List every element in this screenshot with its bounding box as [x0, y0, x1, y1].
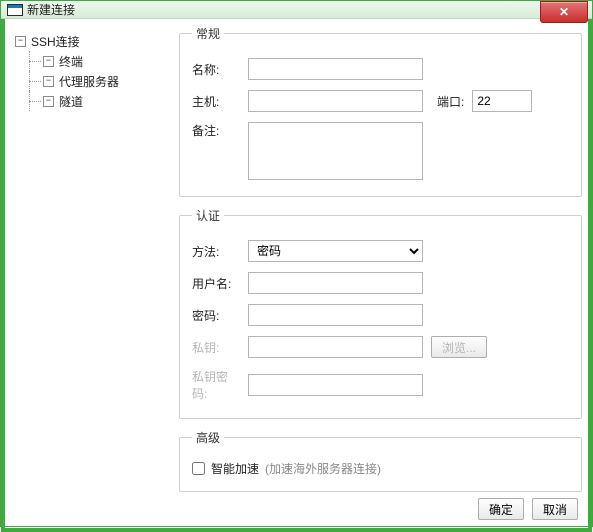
label-port: 端口: [437, 93, 464, 110]
group-advanced: 高级 智能加速 (加速海外服务器连接) [179, 429, 582, 492]
label-smart-accel: 智能加速 [211, 460, 259, 477]
method-select[interactable]: 密码 [248, 240, 423, 262]
label-password: 密码: [192, 307, 240, 324]
label-pk-pass: 私钥密码: [192, 368, 240, 402]
titlebar: 新建连接 ✕ [1, 1, 592, 19]
group-auth-title: 认证 [192, 207, 224, 224]
label-private-key: 私钥: [192, 339, 240, 356]
tree-item-tunnel[interactable]: − 隧道 [25, 91, 171, 111]
label-name: 名称: [192, 61, 240, 78]
main-area: − SSH连接 − 终端 − 代理服务器 − 隧道 常规 [11, 25, 582, 492]
tree-collapse-icon[interactable]: − [15, 36, 26, 47]
note-input[interactable] [248, 122, 423, 180]
form-area: 常规 名称: 主机: 端口: 备注: [179, 25, 582, 492]
dialog-window: 新建连接 ✕ − SSH连接 − 终端 − 代理服务器 − [0, 0, 593, 527]
private-key-input [248, 336, 423, 358]
connection-tree: − SSH连接 − 终端 − 代理服务器 − 隧道 [11, 25, 173, 492]
username-input[interactable] [248, 272, 423, 294]
name-input[interactable] [248, 58, 423, 80]
ok-button[interactable]: 确定 [478, 498, 524, 520]
label-username: 用户名: [192, 275, 240, 292]
app-icon [7, 4, 21, 16]
label-method: 方法: [192, 243, 240, 260]
password-input[interactable] [248, 304, 423, 326]
label-note: 备注: [192, 122, 240, 139]
group-general-title: 常规 [192, 25, 224, 42]
close-button[interactable]: ✕ [540, 1, 588, 23]
window-title: 新建连接 [27, 1, 75, 18]
tree-item-label: 隧道 [59, 93, 83, 110]
tree-collapse-icon[interactable]: − [43, 96, 54, 107]
label-host: 主机: [192, 93, 240, 110]
tree-item-label: 代理服务器 [59, 73, 119, 90]
group-auth: 认证 方法: 密码 用户名: 密码: [179, 207, 582, 419]
tree-root-ssh[interactable]: − SSH连接 [15, 31, 171, 51]
port-input[interactable] [472, 90, 532, 112]
smart-accel-checkbox[interactable] [192, 462, 205, 475]
group-advanced-title: 高级 [192, 429, 224, 446]
close-icon: ✕ [559, 5, 569, 19]
dialog-footer: 确定 取消 [11, 492, 582, 522]
label-smart-accel-hint: (加速海外服务器连接) [265, 460, 381, 477]
dialog-body: − SSH连接 − 终端 − 代理服务器 − 隧道 常规 [1, 19, 592, 532]
group-general: 常规 名称: 主机: 端口: 备注: [179, 25, 582, 197]
tree-collapse-icon[interactable]: − [43, 56, 54, 67]
tree-root-label: SSH连接 [31, 33, 80, 50]
host-input[interactable] [248, 90, 423, 112]
tree-item-label: 终端 [59, 53, 83, 70]
cancel-button[interactable]: 取消 [532, 498, 578, 520]
tree-collapse-icon[interactable]: − [43, 76, 54, 87]
browse-button: 浏览... [431, 336, 487, 358]
tree-item-terminal[interactable]: − 终端 [25, 51, 171, 71]
pk-pass-input [248, 374, 423, 396]
tree-item-proxy[interactable]: − 代理服务器 [25, 71, 171, 91]
